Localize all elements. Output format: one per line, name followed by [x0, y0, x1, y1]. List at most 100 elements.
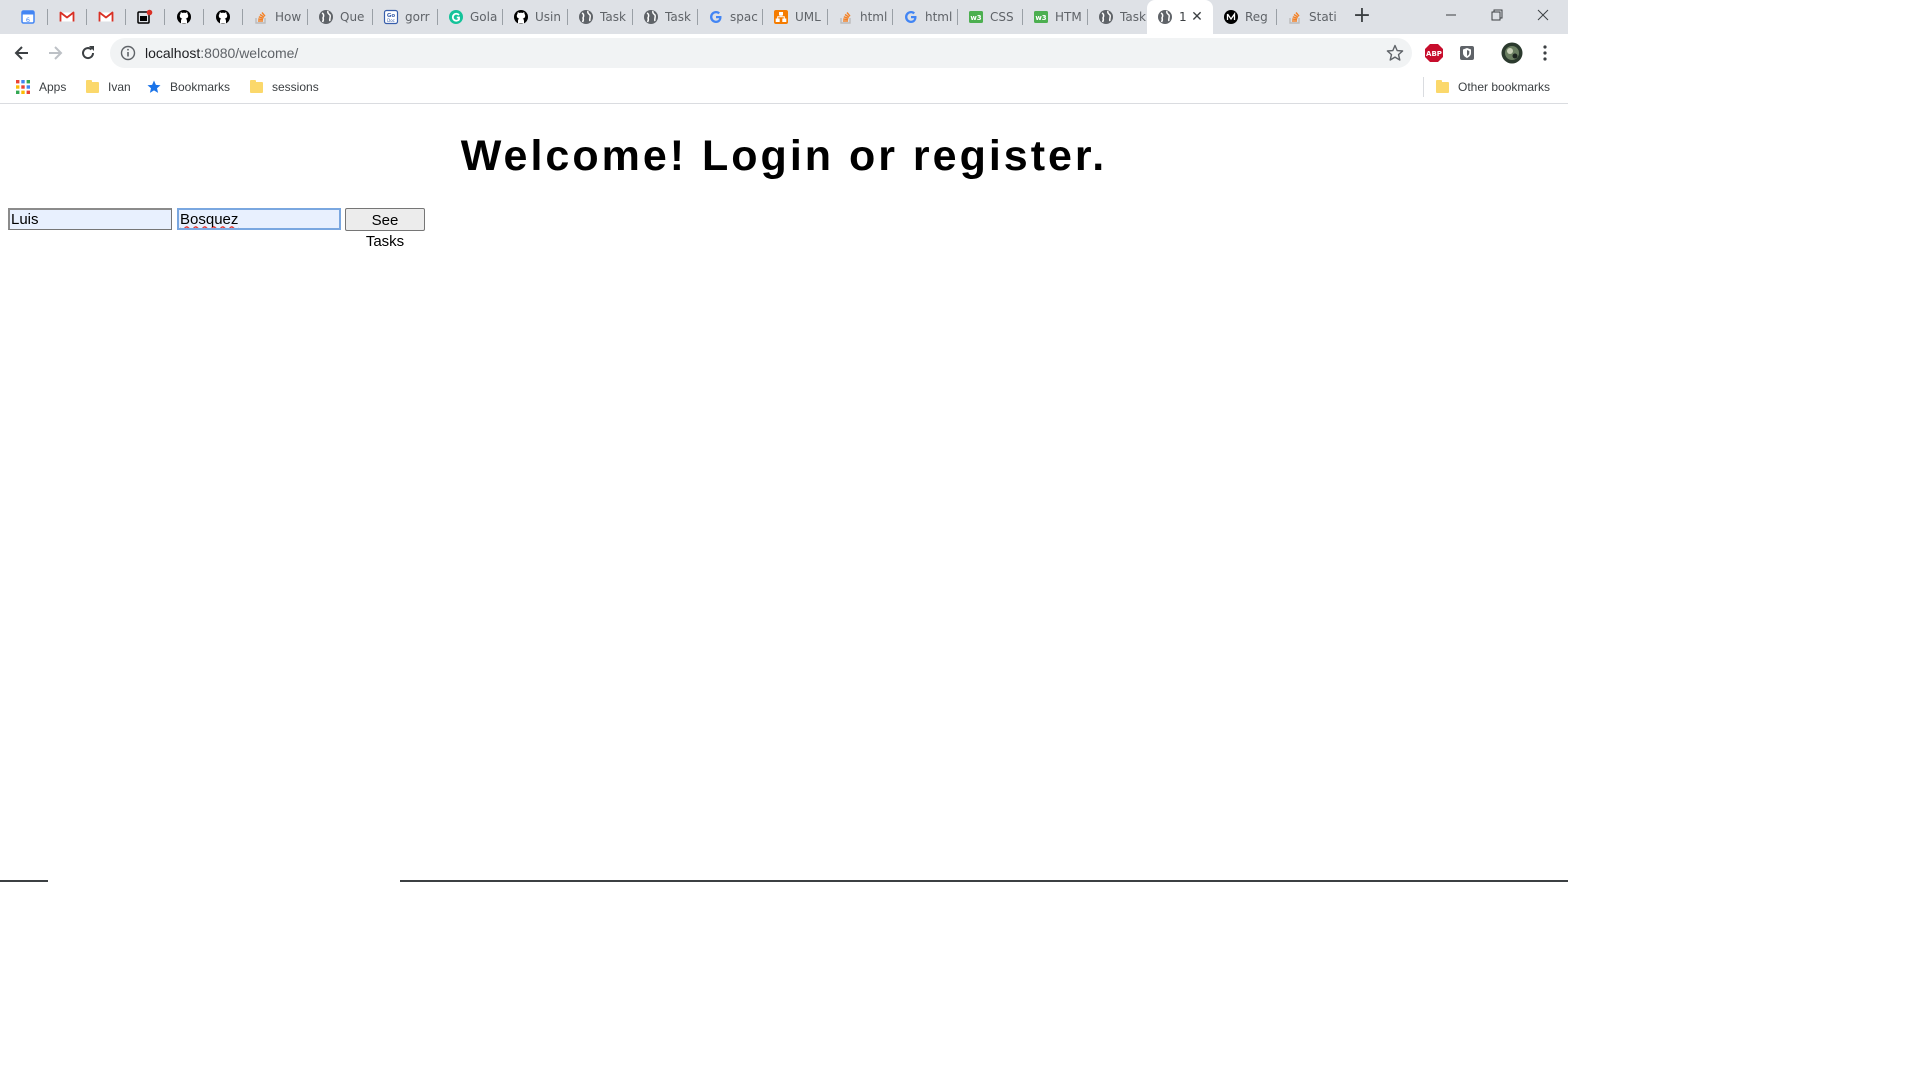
tab-title: 1: [1179, 10, 1187, 24]
last-name-input[interactable]: [177, 208, 341, 230]
google-icon: [903, 9, 919, 25]
reload-button[interactable]: [74, 39, 102, 67]
gmail-icon: [98, 9, 114, 25]
globe-icon: [1157, 9, 1173, 25]
browser-tab[interactable]: Usin: [503, 0, 568, 34]
browser-tab[interactable]: w3 HTM: [1023, 0, 1088, 34]
github-icon: [176, 9, 192, 25]
new-tab-button[interactable]: +: [1350, 5, 1374, 29]
arrow-right-icon: [49, 46, 63, 60]
other-bookmarks[interactable]: Other bookmarks: [1434, 78, 1550, 96]
gmail-icon: [59, 9, 75, 25]
stackoverflow-icon: [838, 9, 854, 25]
forward-button[interactable]: [41, 39, 69, 67]
profile-avatar-button[interactable]: [1500, 41, 1524, 65]
tab-title: gorr: [405, 10, 430, 24]
apps-grid-icon: [15, 79, 31, 95]
folder-icon: [84, 79, 100, 95]
arrow-left-icon: [14, 46, 28, 60]
avatar-icon: [1501, 42, 1523, 64]
svg-text:Doc: Doc: [387, 18, 395, 23]
bookmark-folder-sessions[interactable]: sessions: [248, 78, 319, 96]
close-tab-icon[interactable]: ✕: [1189, 9, 1205, 25]
browser-tab-active[interactable]: 1 ✕: [1147, 0, 1213, 34]
browser-tab[interactable]: Gola: [438, 0, 503, 34]
uml-icon: [773, 9, 789, 25]
github-icon: [215, 9, 231, 25]
browser-tab[interactable]: Task: [1088, 0, 1147, 34]
info-icon[interactable]: [120, 45, 136, 61]
tab-title: Task: [665, 10, 691, 24]
browser-tab[interactable]: Go Doc gorr: [373, 0, 438, 34]
browser-tab[interactable]: html: [828, 0, 893, 34]
tab-title: UML: [795, 10, 821, 24]
svg-text:w3: w3: [1035, 14, 1046, 22]
tab-title: spac: [730, 10, 758, 24]
w3schools-icon: w3: [1033, 9, 1049, 25]
restore-button[interactable]: [1474, 0, 1520, 30]
bookmark-star-icon[interactable]: [1386, 44, 1404, 62]
browser-tab[interactable]: [204, 0, 243, 34]
extension-button[interactable]: [1457, 43, 1477, 63]
svg-text:w3: w3: [970, 14, 981, 22]
window-bottom-edge: [0, 880, 1568, 882]
folder-icon: [1434, 79, 1450, 95]
bookmark-folder-ivan[interactable]: Ivan: [84, 78, 131, 96]
bookmark-label: sessions: [272, 80, 319, 94]
globe-icon: [643, 9, 659, 25]
more-vertical-icon: [1543, 45, 1547, 61]
browser-tab[interactable]: spac: [698, 0, 763, 34]
bookmark-label: Ivan: [108, 80, 131, 94]
tab-title: CSS: [990, 10, 1014, 24]
browser-tab[interactable]: Reg: [1213, 0, 1277, 34]
browser-tab[interactable]: html: [893, 0, 958, 34]
browser-tab[interactable]: UML: [763, 0, 828, 34]
svg-text:6: 6: [26, 16, 30, 24]
extension-shield-icon: [1460, 46, 1474, 60]
close-icon: [1537, 9, 1549, 21]
medium-icon: [1223, 9, 1239, 25]
google-icon: [708, 9, 724, 25]
url-path: :8080/welcome/: [200, 45, 299, 61]
page-title: Welcome! Login or register.: [460, 132, 1108, 180]
godoc-icon: Go Doc: [383, 9, 399, 25]
tab-title: How: [275, 10, 302, 24]
stackoverflow-icon: [253, 9, 269, 25]
browser-tab[interactable]: [87, 0, 126, 34]
url-text[interactable]: localhost:8080/welcome/: [145, 45, 298, 61]
adblock-plus-text: ABP: [1426, 50, 1442, 58]
browser-tab[interactable]: Stati: [1277, 0, 1339, 34]
close-window-button[interactable]: [1520, 0, 1566, 30]
tab-title: html: [860, 10, 888, 24]
address-bar[interactable]: localhost:8080/welcome/: [110, 38, 1412, 68]
bookmark-apps[interactable]: Apps: [15, 78, 66, 96]
url-host: localhost: [145, 45, 201, 61]
grammarly-icon: [448, 9, 464, 25]
bookmark-folder-bookmarks[interactable]: Bookmarks: [146, 78, 230, 96]
tab-title: Task: [600, 10, 626, 24]
other-bookmarks-label: Other bookmarks: [1458, 80, 1551, 94]
browser-tab[interactable]: Task: [568, 0, 633, 34]
browser-tab[interactable]: Task: [633, 0, 698, 34]
back-button[interactable]: [8, 39, 36, 67]
browser-tab[interactable]: How: [243, 0, 308, 34]
tab-title: Stati: [1309, 10, 1337, 24]
adblock-plus-button[interactable]: ABP: [1424, 43, 1444, 63]
chrome-menu-button[interactable]: [1535, 43, 1555, 63]
browser-tab[interactable]: Que: [308, 0, 373, 34]
browser-tab[interactable]: [48, 0, 87, 34]
browser-tab[interactable]: [126, 0, 165, 34]
browser-tab[interactable]: w3 CSS: [958, 0, 1023, 34]
globe-icon: [1098, 9, 1114, 25]
page-content: Welcome! Login or register. See Tasks: [0, 104, 1568, 880]
globe-icon: [578, 9, 594, 25]
minimize-button[interactable]: [1428, 0, 1474, 30]
tab-title: Gola: [470, 10, 498, 24]
restore-icon: [1491, 9, 1503, 21]
tab-strip: + 6 How Que Go Doc gorr Gola Usin Task Task spac UM…: [0, 0, 1568, 34]
first-name-input[interactable]: [8, 208, 172, 230]
browser-tab[interactable]: [165, 0, 204, 34]
see-tasks-button[interactable]: See Tasks: [345, 208, 425, 250]
tab-title: html: [925, 10, 953, 24]
browser-tab[interactable]: 6: [9, 0, 48, 34]
